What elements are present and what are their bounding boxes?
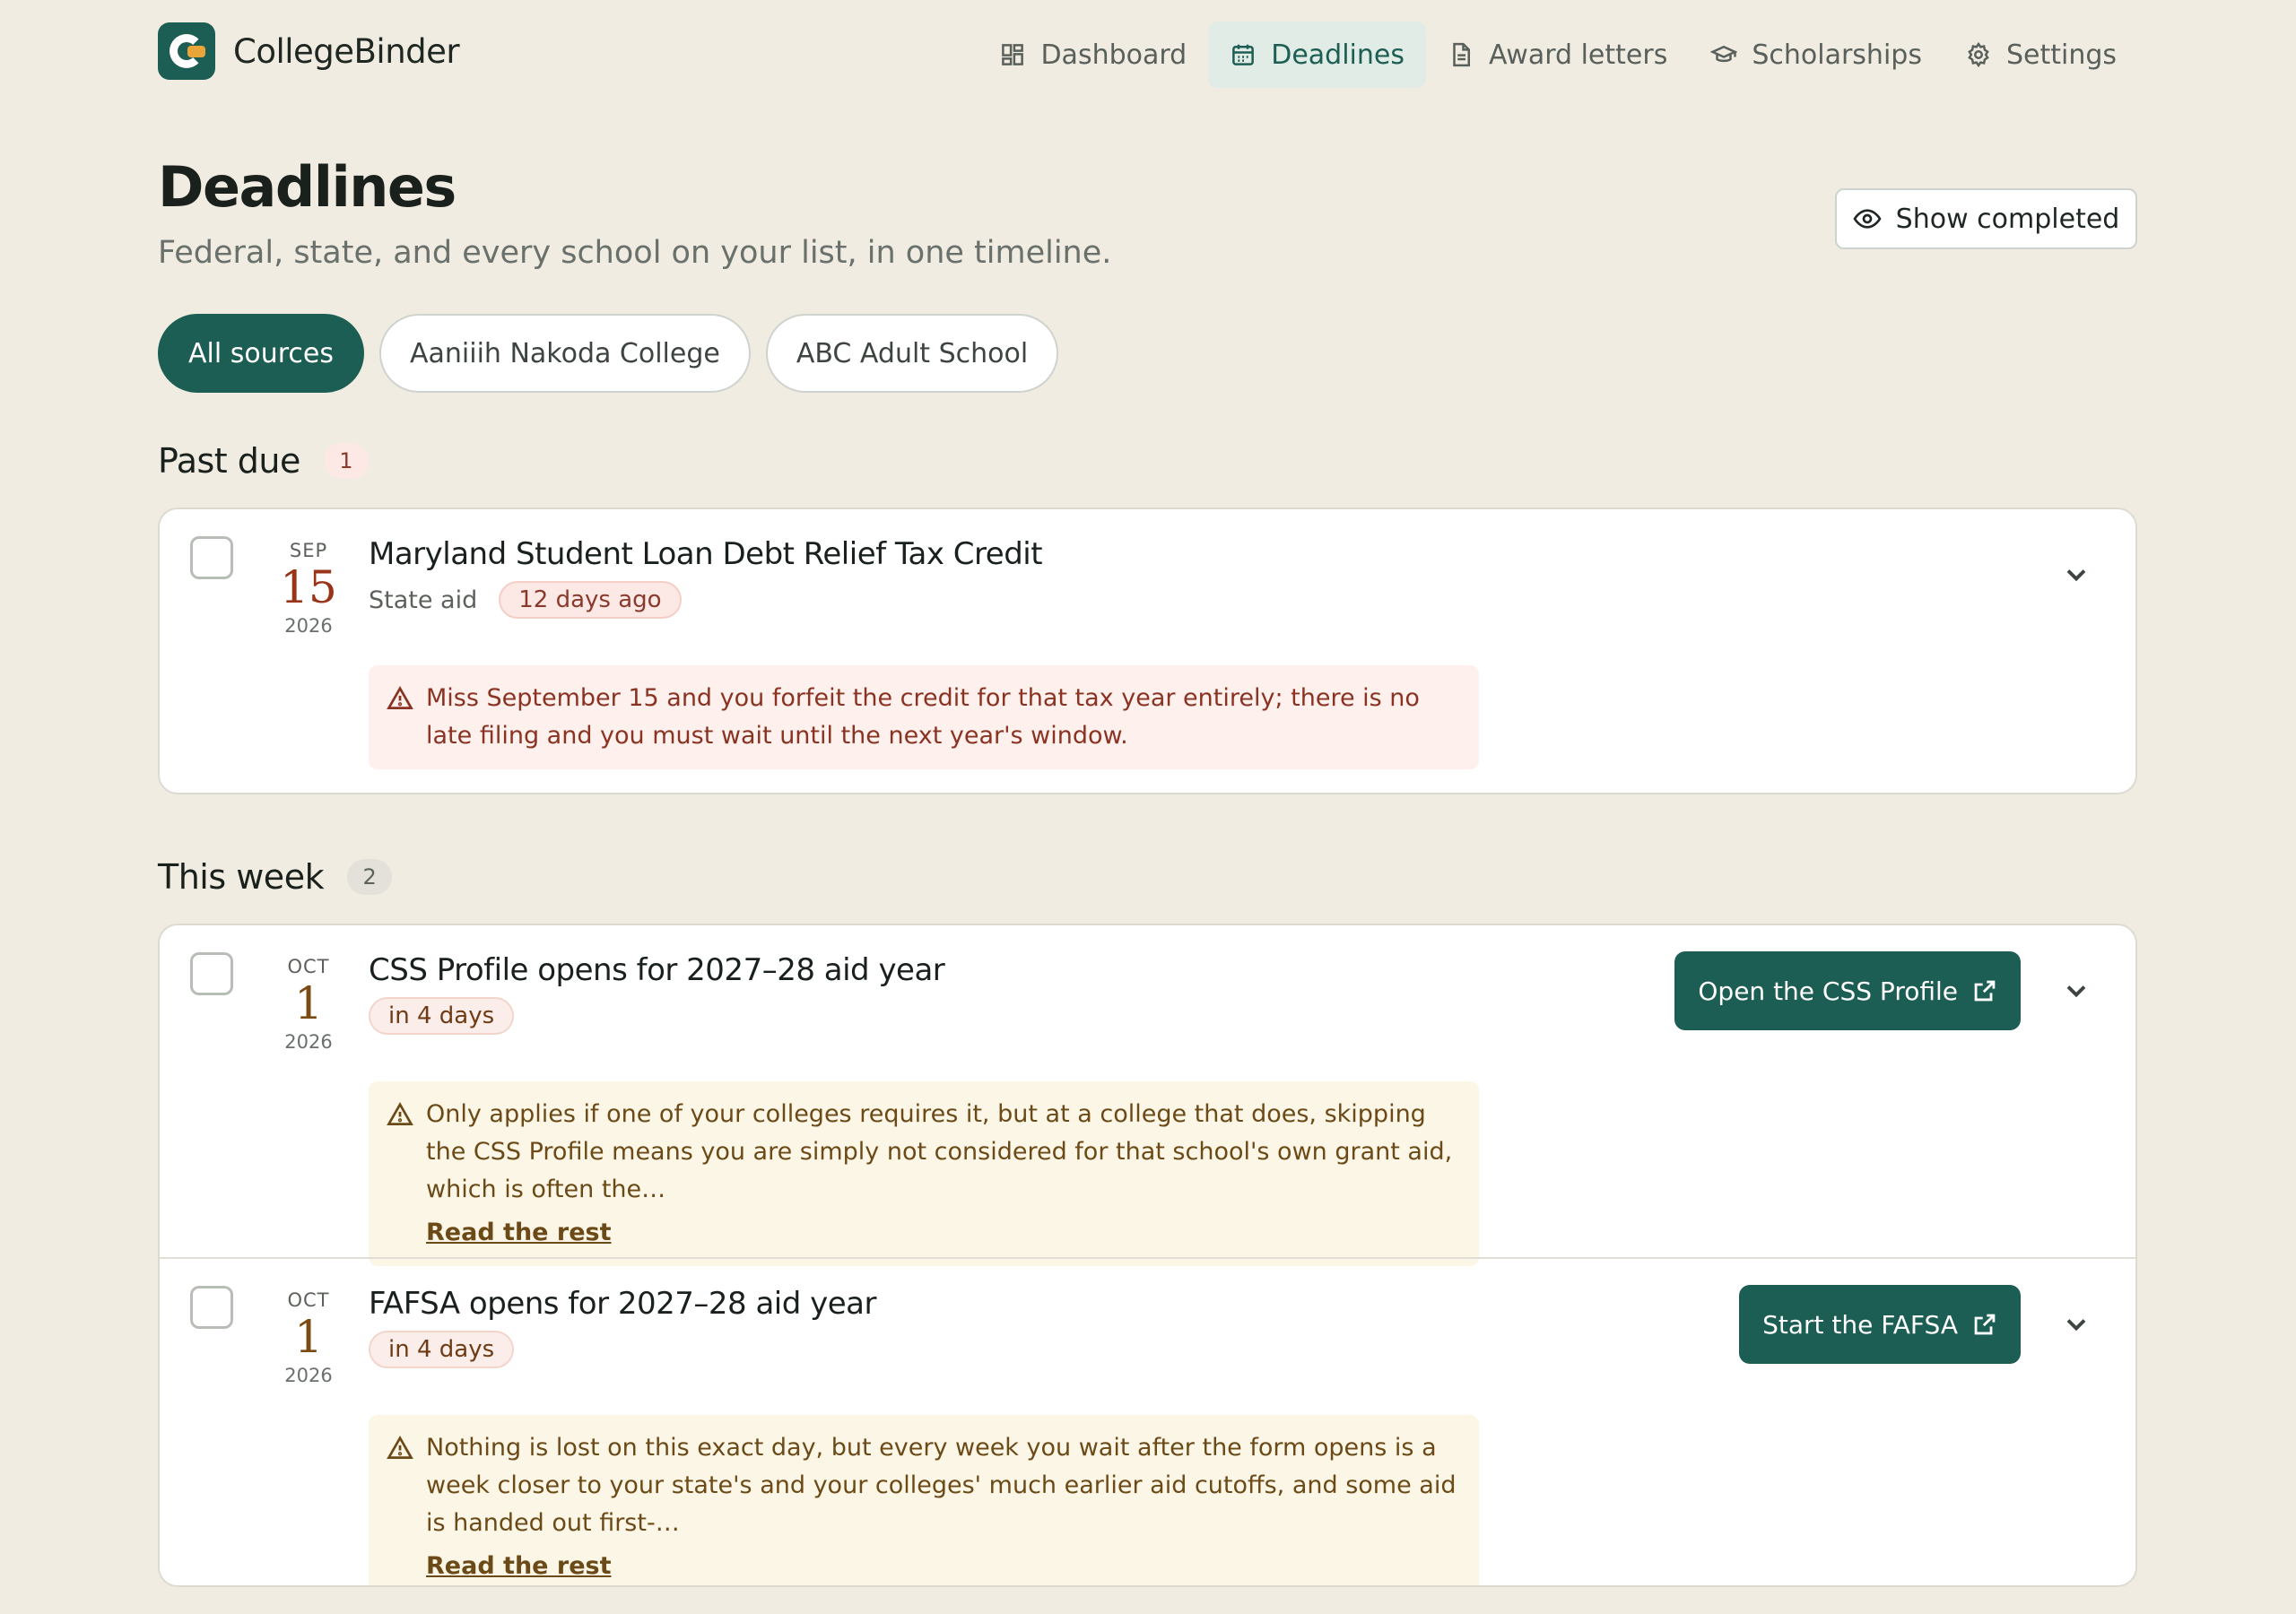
nav-dashboard[interactable]: Dashboard <box>978 22 1208 88</box>
open-css-profile-button[interactable]: Open the CSS Profile <box>1674 951 2021 1030</box>
this-week-title: This week <box>158 857 325 897</box>
nav-deadlines-label: Deadlines <box>1271 39 1405 71</box>
relative-due-badge: in 4 days <box>369 1331 515 1368</box>
external-link-icon <box>1974 980 1996 1002</box>
past-due-count-badge: 1 <box>323 443 369 479</box>
deadline-row: OCT 1 2026 FAFSA opens for 2027–28 aid y… <box>160 1257 2135 1585</box>
deadlines-page: CollegeBinder Dashboard Deadlines Award … <box>0 0 2296 1614</box>
source-filters: All sources Aaniiih Nakoda College ABC A… <box>158 314 1059 393</box>
deadline-row: SEP 15 2026 Maryland Student Loan Debt R… <box>160 509 2135 793</box>
calendar-icon <box>1232 44 1255 65</box>
consequence-notice: Miss September 15 and you forfeit the cr… <box>369 665 1479 769</box>
brand-name: CollegeBinder <box>233 31 460 71</box>
deadline-title: CSS Profile opens for 2027–28 aid year <box>369 952 945 988</box>
main-nav: Dashboard Deadlines Award letters Schola… <box>978 22 2138 88</box>
nav-settings[interactable]: Settings <box>1944 22 2138 88</box>
nav-scholarships-label: Scholarships <box>1752 39 1922 71</box>
this-week-card: OCT 1 2026 CSS Profile opens for 2027–28… <box>158 924 2137 1587</box>
due-day: 15 <box>280 561 337 613</box>
filter-abc-adult-school[interactable]: ABC Adult School <box>765 314 1059 393</box>
warning-triangle-icon <box>387 1435 413 1459</box>
eye-icon <box>1853 209 1882 229</box>
this-week-count-badge: 2 <box>347 859 393 895</box>
nav-award-letters[interactable]: Award letters <box>1426 22 1689 88</box>
due-year: 2026 <box>284 1365 333 1386</box>
relative-due-badge: in 4 days <box>369 997 515 1035</box>
due-day: 1 <box>294 1311 323 1363</box>
complete-checkbox[interactable] <box>190 952 233 995</box>
gear-icon <box>1968 41 1989 68</box>
nav-dashboard-label: Dashboard <box>1040 39 1187 71</box>
due-date: OCT 1 2026 <box>249 1289 368 1386</box>
deadline-title: Maryland Student Loan Debt Relief Tax Cr… <box>369 536 1043 572</box>
this-week-header: This week 2 <box>158 857 393 897</box>
nav-deadlines[interactable]: Deadlines <box>1208 22 1426 88</box>
due-month: SEP <box>289 540 328 561</box>
grid-icon <box>1002 44 1024 65</box>
deadline-title: FAFSA opens for 2027–28 aid year <box>369 1286 876 1322</box>
warning-triangle-icon <box>387 1101 413 1125</box>
collegebinder-logo-icon <box>158 22 215 80</box>
due-date: OCT 1 2026 <box>249 956 368 1053</box>
start-fafsa-button[interactable]: Start the FAFSA <box>1739 1285 2021 1364</box>
nav-settings-label: Settings <box>2005 39 2117 71</box>
complete-checkbox[interactable] <box>190 1286 233 1329</box>
top-bar: CollegeBinder Dashboard Deadlines Award … <box>158 22 2138 88</box>
deadline-kind: State aid <box>369 586 478 614</box>
show-completed-button[interactable]: Show completed <box>1835 188 2137 249</box>
chevron-down-icon <box>2066 569 2086 582</box>
brand[interactable]: CollegeBinder <box>158 22 460 81</box>
deadline-meta: in 4 days <box>369 997 515 1035</box>
due-year: 2026 <box>284 1031 333 1053</box>
deadline-row: OCT 1 2026 CSS Profile opens for 2027–28… <box>160 925 2135 1266</box>
warning-triangle-icon <box>387 685 413 709</box>
chevron-down-icon <box>2066 1319 2086 1332</box>
read-the-rest-link[interactable]: Read the rest <box>426 1214 1457 1252</box>
consequence-notice: Only applies if one of your colleges req… <box>369 1081 1479 1266</box>
notice-text: Miss September 15 and you forfeit the cr… <box>426 684 1420 750</box>
page-subtitle: Federal, state, and every school on your… <box>158 235 1112 271</box>
past-due-header: Past due 1 <box>158 441 369 481</box>
expand-button[interactable] <box>2060 975 2092 1007</box>
due-date: SEP 15 2026 <box>249 540 368 637</box>
nav-scholarships[interactable]: Scholarships <box>1689 22 1944 88</box>
past-due-card: SEP 15 2026 Maryland Student Loan Debt R… <box>158 508 2137 794</box>
external-link-icon <box>1974 1314 1996 1335</box>
read-the-rest-link[interactable]: Read the rest <box>426 1548 1457 1585</box>
page-title: Deadlines <box>158 154 457 220</box>
deadline-meta: State aid 12 days ago <box>369 581 682 619</box>
relative-due-badge: 12 days ago <box>499 581 682 619</box>
consequence-notice: Nothing is lost on this exact day, but e… <box>369 1415 1479 1585</box>
due-month: OCT <box>287 1289 330 1311</box>
due-month: OCT <box>287 956 330 977</box>
document-icon <box>1453 42 1470 67</box>
complete-checkbox[interactable] <box>190 536 233 579</box>
notice-text: Nothing is lost on this exact day, but e… <box>426 1434 1457 1537</box>
notice-text: Only applies if one of your colleges req… <box>426 1100 1453 1203</box>
filter-aaniiih-nakoda-college[interactable]: Aaniiih Nakoda College <box>378 314 751 393</box>
expand-button[interactable] <box>2060 559 2092 591</box>
due-day: 1 <box>294 977 323 1029</box>
due-year: 2026 <box>284 615 333 637</box>
expand-button[interactable] <box>2060 1308 2092 1341</box>
filter-all-sources[interactable]: All sources <box>158 314 364 393</box>
show-completed-label: Show completed <box>1895 203 2120 235</box>
deadline-meta: in 4 days <box>369 1331 515 1368</box>
nav-award-letters-label: Award letters <box>1488 39 1668 71</box>
action-label: Open the CSS Profile <box>1698 976 1958 1006</box>
graduation-cap-icon <box>1710 45 1738 63</box>
past-due-title: Past due <box>158 441 300 481</box>
action-label: Start the FAFSA <box>1762 1309 1958 1340</box>
chevron-down-icon <box>2066 985 2086 998</box>
